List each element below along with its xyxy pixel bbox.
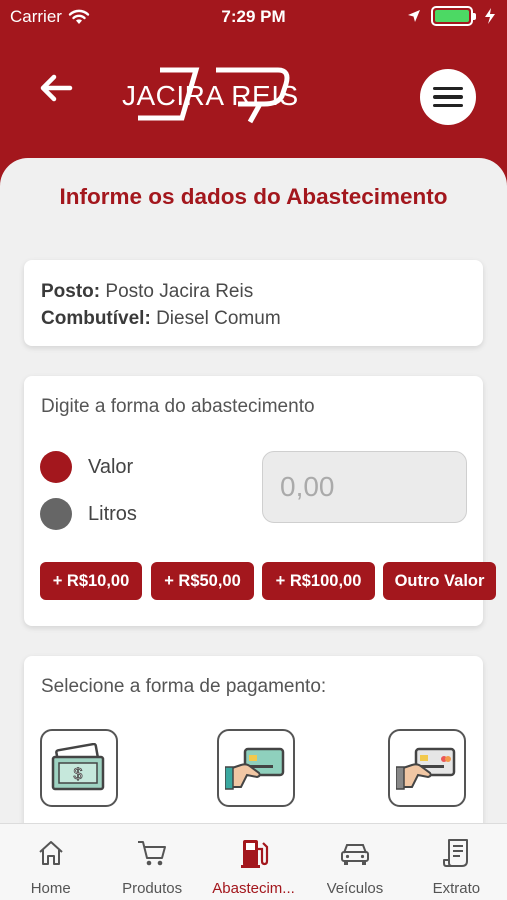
payment-method-card: Selecione a forma de pagamento: $ [24, 656, 483, 823]
app-header: JACIRA REIS [0, 36, 507, 160]
page-title: Informe os dados do Abastecimento [59, 184, 448, 209]
tab-veiculos[interactable]: Veículos [304, 824, 405, 900]
home-icon [39, 841, 63, 865]
car-icon [340, 844, 369, 865]
tab-veiculos-label: Veículos [326, 880, 384, 897]
tab-produtos-label: Produtos [122, 880, 183, 897]
station-info-card: Posto: Posto Jacira Reis Combutível: Die… [24, 260, 483, 346]
tab-home[interactable]: Home [0, 824, 101, 900]
menu-button[interactable] [420, 69, 476, 125]
payment-cash-button[interactable]: $ [40, 729, 118, 807]
radio-unselected-indicator[interactable] [40, 498, 72, 530]
fuel-line: Combutível: Diesel Comum [41, 305, 466, 332]
battery-icon [431, 6, 476, 26]
payment-title: Selecione a forma de pagamento: [41, 676, 327, 697]
payment-card-button[interactable] [217, 729, 295, 807]
station-value: Posto Jacira Reis [105, 281, 254, 302]
hamburger-icon-line [433, 95, 463, 99]
tab-home-label: Home [30, 880, 71, 897]
card-payment-icon [396, 747, 456, 790]
station-label: Posto: [41, 281, 101, 302]
hamburger-icon-line [433, 103, 463, 108]
tab-abastecimento-label: Abastecim... [212, 880, 295, 897]
charging-icon [485, 8, 495, 24]
back-button[interactable] [36, 68, 76, 108]
status-indicators [407, 6, 497, 26]
radio-valor-label: Valor [88, 455, 134, 478]
receipt-icon [443, 839, 469, 867]
tab-produtos[interactable]: Produtos [101, 824, 202, 900]
logo-text: JACIRA REIS [122, 80, 299, 111]
add-50-button[interactable]: + R$50,00 [151, 562, 254, 600]
tab-extrato[interactable]: Extrato [406, 824, 507, 900]
arrow-left-icon [40, 74, 73, 102]
fuel-value: Diesel Comum [156, 308, 281, 329]
radio-selected-indicator[interactable] [40, 451, 72, 483]
svg-text:$: $ [74, 766, 83, 783]
card-payment-icon [225, 747, 285, 790]
main-content[interactable]: Informe os dados do Abastecimento Posto:… [0, 158, 507, 823]
location-arrow-icon [408, 10, 420, 22]
other-value-button[interactable]: Outro Valor [383, 562, 496, 600]
hamburger-icon-line [433, 86, 463, 91]
form-title: Digite a forma do abastecimento [41, 396, 315, 417]
brand-logo: JACIRA REIS [118, 66, 298, 126]
add-100-button[interactable]: + R$100,00 [262, 562, 375, 600]
fuel-pump-icon [240, 840, 268, 868]
radio-litros[interactable]: Litros [40, 498, 137, 530]
fueling-form-card: Digite a forma do abastecimento Valor Li… [24, 376, 496, 626]
amount-input[interactable] [262, 451, 467, 523]
payment-card-alt-button[interactable] [388, 729, 466, 807]
radio-valor[interactable]: Valor [40, 451, 133, 483]
station-line: Posto: Posto Jacira Reis [41, 278, 466, 305]
tab-abastecimento[interactable]: Abastecim... [203, 824, 304, 900]
fuel-label: Combutível: [41, 308, 151, 329]
tab-bar: Home Produtos Abastecim... Veículos Extr… [0, 823, 507, 900]
radio-litros-label: Litros [88, 502, 137, 525]
status-bar: Carrier 7:29 PM [0, 0, 507, 36]
tab-extrato-label: Extrato [432, 880, 481, 897]
add-10-button[interactable]: + R$10,00 [40, 562, 142, 600]
cart-icon [138, 841, 167, 866]
cash-icon: $ [51, 743, 105, 791]
